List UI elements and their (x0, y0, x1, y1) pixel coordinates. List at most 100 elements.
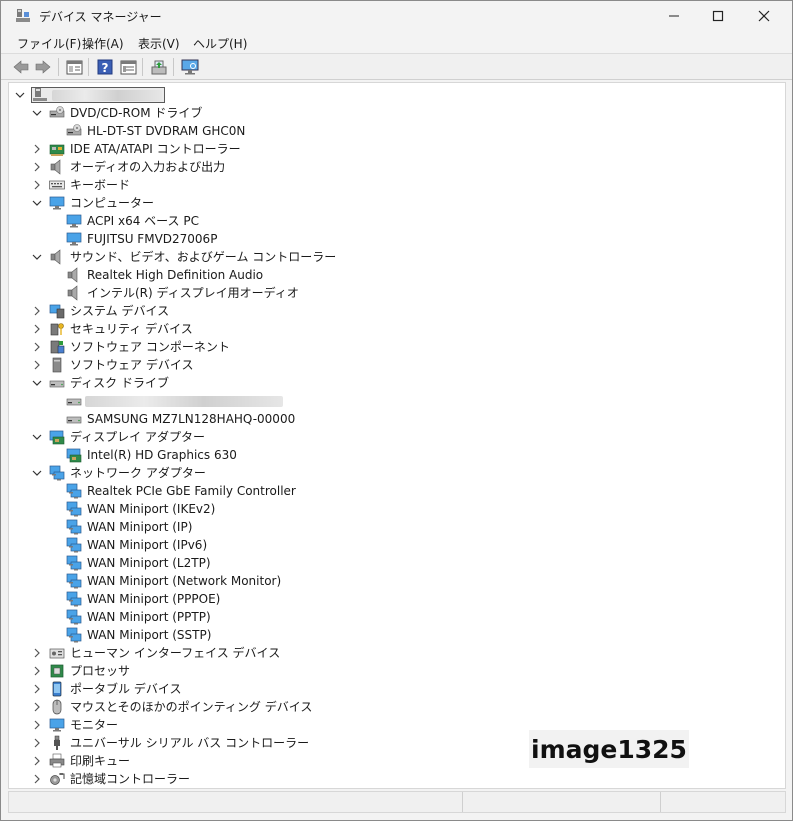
tree-category-item[interactable]: プロセッサ (9, 662, 785, 680)
tree-item-label: WAN Miniport (L2TP) (87, 556, 211, 570)
chevron-down-icon[interactable] (31, 197, 43, 209)
tree-category-item[interactable]: ネットワーク アダプター (9, 464, 785, 482)
chevron-right-icon[interactable] (31, 683, 43, 695)
tree-category-item[interactable]: ソフトウェア コンポーネント (9, 338, 785, 356)
tree-device-item[interactable] (9, 392, 785, 410)
chevron-down-icon[interactable] (14, 89, 26, 101)
tree-item-label: ディスク ドライブ (70, 376, 169, 390)
tree-device-item[interactable]: HL-DT-ST DVDRAM GHC0N (9, 122, 785, 140)
details-view-button[interactable] (118, 58, 138, 76)
tree-category-item[interactable]: 記憶域コントローラー (9, 770, 785, 788)
scan-hardware-button[interactable] (180, 58, 200, 76)
help-button[interactable]: ? (95, 58, 115, 76)
chevron-down-icon[interactable] (31, 431, 43, 443)
tree-category-item[interactable]: オーディオの入力および出力 (9, 158, 785, 176)
chevron-down-icon[interactable] (31, 377, 43, 389)
tree-item-label: ユニバーサル シリアル バス コントローラー (70, 736, 310, 750)
minimize-button[interactable] (651, 1, 697, 31)
tree-device-item[interactable]: FUJITSU FMVD27006P (9, 230, 785, 248)
chevron-right-icon[interactable] (31, 323, 43, 335)
tree-item-label: モニター (70, 718, 119, 732)
tree-device-item[interactable]: WAN Miniport (L2TP) (9, 554, 785, 572)
tree-device-item[interactable]: WAN Miniport (Network Monitor) (9, 572, 785, 590)
tree-device-item[interactable]: SAMSUNG MZ7LN128HAHQ-00000 (9, 410, 785, 428)
monitor-icon (66, 232, 82, 246)
tree-item-label: システム デバイス (70, 304, 170, 318)
network-adapter-icon (66, 483, 82, 499)
tree-device-item[interactable]: WAN Miniport (IP) (9, 518, 785, 536)
tree-item-label: 記憶域コントローラー (70, 772, 191, 786)
chevron-down-icon[interactable] (31, 467, 43, 479)
maximize-button[interactable] (695, 1, 741, 31)
tree-device-item[interactable]: WAN Miniport (PPTP) (9, 608, 785, 626)
chevron-right-icon[interactable] (31, 773, 43, 785)
speaker-icon (67, 285, 78, 301)
menu-action[interactable]: 操作(A) (82, 35, 124, 52)
tree-item-label: ディスプレイ アダプター (70, 430, 205, 444)
speaker-icon (50, 159, 61, 175)
properties-view-icon (66, 60, 82, 74)
close-button[interactable] (741, 1, 787, 31)
tree-category-item[interactable]: IDE ATA/ATAPI コントローラー (9, 140, 785, 158)
tree-category-item[interactable]: コンピューター (9, 194, 785, 212)
tree-category-item[interactable]: ポータブル デバイス (9, 680, 785, 698)
menu-view[interactable]: 表示(V) (138, 35, 180, 52)
tree-device-item[interactable]: WAN Miniport (IKEv2) (9, 500, 785, 518)
tree-category-item[interactable]: システム デバイス (9, 302, 785, 320)
tree-category-item[interactable]: ソフトウェア デバイス (9, 356, 785, 374)
menu-file[interactable]: ファイル(F) (17, 35, 81, 52)
update-driver-button[interactable] (149, 58, 169, 76)
chevron-right-icon[interactable] (31, 737, 43, 749)
tree-item-label: インテル(R) ディスプレイ用オーディオ (87, 286, 299, 300)
chevron-right-icon[interactable] (31, 701, 43, 713)
chevron-right-icon[interactable] (31, 143, 43, 155)
chevron-right-icon[interactable] (31, 359, 43, 371)
tree-device-item[interactable]: WAN Miniport (IPv6) (9, 536, 785, 554)
tree-item-label: ソフトウェア コンポーネント (70, 340, 230, 354)
tree-item-label: SAMSUNG MZ7LN128HAHQ-00000 (87, 412, 296, 426)
tree-category-item[interactable]: マウスとそのほかのポインティング デバイス (9, 698, 785, 716)
tree-device-item[interactable]: インテル(R) ディスプレイ用オーディオ (9, 284, 785, 302)
chevron-right-icon[interactable] (31, 719, 43, 731)
processor-icon (50, 664, 64, 678)
chevron-right-icon[interactable] (31, 179, 43, 191)
chevron-down-icon[interactable] (31, 107, 43, 119)
device-tree[interactable]: DVD/CD-ROM ドライブ HL-DT-ST DVDRAM GHC0N IDE … (8, 82, 786, 789)
tree-category-item[interactable]: ヒューマン インターフェイス デバイス (9, 644, 785, 662)
storage-controller-icon (50, 773, 65, 785)
chevron-right-icon[interactable] (31, 305, 43, 317)
toolbar-separator (142, 58, 143, 76)
properties-view-button[interactable] (64, 58, 84, 76)
status-segment (462, 792, 463, 812)
tree-category-item[interactable]: キーボード (9, 176, 785, 194)
tree-item-label: ヒューマン インターフェイス デバイス (70, 646, 281, 660)
tree-category-item[interactable]: ディスプレイ アダプター (9, 428, 785, 446)
tree-category-item[interactable]: ディスク ドライブ (9, 374, 785, 392)
chevron-down-icon[interactable] (31, 251, 43, 263)
chevron-right-icon[interactable] (31, 161, 43, 173)
tree-item-label: Realtek PCIe GbE Family Controller (87, 484, 296, 498)
monitor-icon (66, 214, 82, 228)
menu-help[interactable]: ヘルプ(H) (193, 35, 247, 52)
tree-item-label: WAN Miniport (Network Monitor) (87, 574, 282, 588)
tree-category-item[interactable]: セキュリティ デバイス (9, 320, 785, 338)
back-button[interactable] (11, 58, 31, 76)
tree-device-item[interactable]: WAN Miniport (PPPOE) (9, 590, 785, 608)
tree-device-item[interactable]: Realtek PCIe GbE Family Controller (9, 482, 785, 500)
chevron-right-icon[interactable] (31, 665, 43, 677)
chevron-right-icon[interactable] (31, 647, 43, 659)
tree-category-item[interactable]: DVD/CD-ROM ドライブ (9, 104, 785, 122)
status-segment (660, 792, 661, 812)
chevron-right-icon[interactable] (31, 341, 43, 353)
tree-item-label: ソフトウェア デバイス (70, 358, 194, 372)
network-adapter-icon (66, 501, 82, 517)
title-bar[interactable]: デバイス マネージャー (1, 1, 792, 31)
tree-root-item[interactable] (9, 86, 785, 104)
tree-device-item[interactable]: ACPI x64 ベース PC (9, 212, 785, 230)
chevron-right-icon[interactable] (31, 755, 43, 767)
tree-category-item[interactable]: サウンド、ビデオ、およびゲーム コントローラー (9, 248, 785, 266)
tree-device-item[interactable]: Intel(R) HD Graphics 630 (9, 446, 785, 464)
forward-button[interactable] (33, 58, 53, 76)
tree-device-item[interactable]: WAN Miniport (SSTP) (9, 626, 785, 644)
tree-device-item[interactable]: Realtek High Definition Audio (9, 266, 785, 284)
